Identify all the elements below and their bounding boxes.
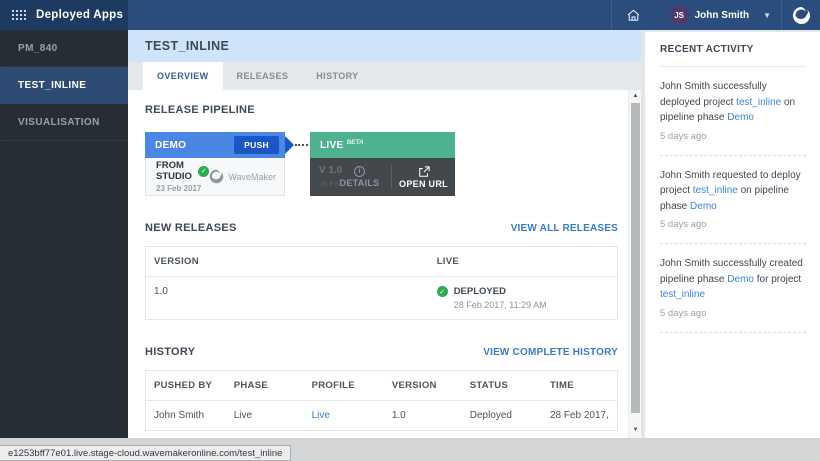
check-icon: ✓ <box>437 286 448 297</box>
table-row: 1.0 ✓ DEPLOYED 28 Feb 2017, 11:29 AM <box>146 277 618 320</box>
col-version: VERSION <box>384 371 462 401</box>
main-column: TEST_INLINE OVERVIEW RELEASES HISTORY RE… <box>128 30 641 438</box>
live-date: 28 Feb <box>319 179 342 188</box>
sidebar-item-pm-840[interactable]: PM_840 <box>0 30 128 67</box>
avatar: JS <box>670 6 689 25</box>
vertical-scrollbar[interactable]: ▲ ▼ <box>628 90 641 438</box>
demo-phase-card: DEMO PUSH FROM STUDIO ✓ 23 Feb 2017 <box>145 132 285 196</box>
col-status: STATUS <box>462 371 542 401</box>
demo-phase-name: DEMO <box>155 140 186 151</box>
overview-content: RELEASE PIPELINE DEMO PUSH FROM STUDIO ✓ <box>128 90 628 438</box>
col-phase: PHASE <box>226 371 304 401</box>
app-title: Deployed Apps <box>36 9 123 21</box>
sidebar: PM_840 TEST_INLINE VISUALISATION <box>0 30 128 438</box>
col-version: VERSION <box>146 247 429 277</box>
history-table: PUSHED BY PHASE PROFILE VERSION STATUS T… <box>145 370 618 431</box>
link-status-bar: e1253bff77e01.live.stage-cloud.wavemaker… <box>0 445 291 461</box>
user-menu[interactable]: JS John Smith ▼ <box>656 0 781 30</box>
user-name: John Smith <box>695 10 749 21</box>
tab-releases[interactable]: RELEASES <box>223 62 303 90</box>
project-link[interactable]: test_inline <box>660 289 705 300</box>
release-version: 1.0 <box>146 277 429 320</box>
col-time: TIME <box>542 371 618 401</box>
brand-section: Deployed Apps <box>0 0 128 30</box>
activity-item: John Smith requested to deploy project t… <box>660 156 806 245</box>
scroll-up-icon[interactable]: ▲ <box>629 90 642 102</box>
recent-activity-heading: RECENT ACTIVITY <box>660 44 806 55</box>
demo-deploy-date: 23 Feb 2017 <box>156 184 209 193</box>
tab-history[interactable]: HISTORY <box>302 62 372 90</box>
project-link[interactable]: test_inline <box>736 97 781 108</box>
chevron-down-icon: ▼ <box>763 11 771 20</box>
live-card-body: V 1.0 28 Feb i DETAILS OPEN URL <box>310 158 455 196</box>
live-version-info: V 1.0 28 Feb <box>319 165 342 188</box>
wavemaker-swirl-icon <box>209 169 224 184</box>
release-pipeline-heading: RELEASE PIPELINE <box>145 104 618 116</box>
from-studio-label: FROM STUDIO <box>156 160 193 182</box>
deploy-time: 28 Feb 2017, 11:29 AM <box>454 300 547 310</box>
history-heading: HISTORY <box>145 346 195 358</box>
col-live: LIVE <box>429 247 618 277</box>
history-profile-link[interactable]: Live <box>312 410 330 421</box>
scroll-down-icon[interactable]: ▼ <box>629 424 642 436</box>
new-releases-heading: NEW RELEASES <box>145 222 237 234</box>
col-pushed-by: PUSHED BY <box>146 371 226 401</box>
deploy-status: DEPLOYED <box>454 286 547 297</box>
new-releases-table: VERSION LIVE 1.0 ✓ DEPLOYED 28 Feb 2017 <box>145 246 618 320</box>
phase-link[interactable]: Demo <box>727 274 754 285</box>
live-card-header: LIVE BETA <box>310 132 455 158</box>
col-profile: PROFILE <box>304 371 384 401</box>
activity-item: John Smith successfully deployed project… <box>660 67 806 156</box>
open-url-button[interactable]: OPEN URL <box>392 158 455 196</box>
wavemaker-watermark: WaveMaker <box>209 169 276 184</box>
phase-link[interactable]: Demo <box>727 112 754 123</box>
pipeline-arrow <box>285 136 294 154</box>
tab-bar: OVERVIEW RELEASES HISTORY <box>128 62 641 90</box>
history-version: 1.0 <box>384 401 462 431</box>
project-link[interactable]: test_inline <box>693 185 738 196</box>
live-phase-name: LIVE <box>320 140 343 151</box>
live-version: V 1.0 <box>319 165 342 176</box>
wavemaker-watermark-text: WaveMaker <box>228 172 276 182</box>
activity-item: John Smith successfully created pipeline… <box>660 244 806 333</box>
recent-activity-panel: RECENT ACTIVITY John Smith successfully … <box>645 32 820 438</box>
wavemaker-logo <box>782 0 820 30</box>
open-url-icon <box>418 166 430 178</box>
beta-badge: BETA <box>346 139 363 146</box>
history-phase: Live <box>226 401 304 431</box>
history-status: Deployed <box>462 401 542 431</box>
top-bar: Deployed Apps JS John Smith ▼ <box>0 0 820 30</box>
release-pipeline: DEMO PUSH FROM STUDIO ✓ 23 Feb 2017 <box>145 132 618 196</box>
page-title-bar: TEST_INLINE <box>128 30 641 62</box>
home-icon <box>626 8 641 23</box>
topbar-right: JS John Smith ▼ <box>128 0 820 30</box>
apps-grid-icon[interactable] <box>12 10 26 20</box>
tab-overview[interactable]: OVERVIEW <box>143 62 223 90</box>
live-phase-card: LIVE BETA V 1.0 28 Feb i DETAILS <box>310 132 455 196</box>
history-pushed-by: John Smith <box>146 401 226 431</box>
home-button[interactable] <box>612 0 656 30</box>
page-title: TEST_INLINE <box>145 39 229 53</box>
history-time: 28 Feb 2017, <box>542 401 618 431</box>
demo-card-body: FROM STUDIO ✓ 23 Feb 2017 WaveMaker <box>145 158 285 196</box>
push-button[interactable]: PUSH <box>234 136 279 154</box>
activity-time: 5 days ago <box>660 131 806 142</box>
sidebar-item-test-inline[interactable]: TEST_INLINE <box>0 67 128 104</box>
status-url: e1253bff77e01.live.stage-cloud.wavemaker… <box>8 448 282 459</box>
table-row: John Smith Live Live 1.0 Deployed 28 Feb… <box>146 401 618 431</box>
activity-time: 5 days ago <box>660 308 806 319</box>
phase-link[interactable]: Demo <box>690 201 717 212</box>
check-icon: ✓ <box>198 166 209 177</box>
activity-text: for project <box>754 274 801 285</box>
activity-time: 5 days ago <box>660 219 806 230</box>
sidebar-item-visualisation[interactable]: VISUALISATION <box>0 104 128 141</box>
view-complete-history-link[interactable]: VIEW COMPLETE HISTORY <box>483 347 618 358</box>
view-all-releases-link[interactable]: VIEW ALL RELEASES <box>511 223 618 234</box>
demo-card-header: DEMO PUSH <box>145 132 285 158</box>
scrollbar-thumb[interactable] <box>631 103 640 413</box>
info-icon: i <box>354 166 365 177</box>
